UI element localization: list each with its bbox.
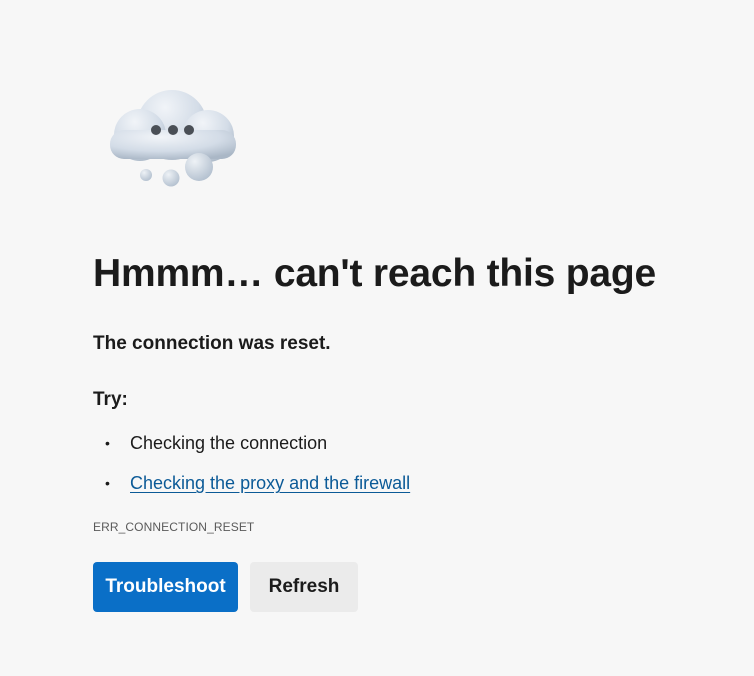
troubleshoot-button[interactable]: Troubleshoot <box>93 562 238 612</box>
thinking-dot <box>151 125 161 135</box>
thinking-dot <box>184 125 194 135</box>
proxy-firewall-link[interactable]: Checking the proxy and the firewall <box>130 466 410 500</box>
bullet-icon: • <box>105 435 110 451</box>
refresh-button[interactable]: Refresh <box>250 562 358 612</box>
error-code: ERR_CONNECTION_RESET <box>93 520 255 534</box>
error-page: Hmmm… can't reach this page The connecti… <box>0 0 754 676</box>
page-title: Hmmm… can't reach this page <box>93 252 657 295</box>
try-heading: Try: <box>93 389 128 410</box>
cloud-thinking-icon <box>110 90 236 187</box>
bullet-icon: • <box>105 475 110 491</box>
thinking-dot <box>168 125 178 135</box>
suggestion-check-connection: Checking the connection <box>130 433 328 453</box>
error-description: The connection was reset. <box>93 333 331 354</box>
